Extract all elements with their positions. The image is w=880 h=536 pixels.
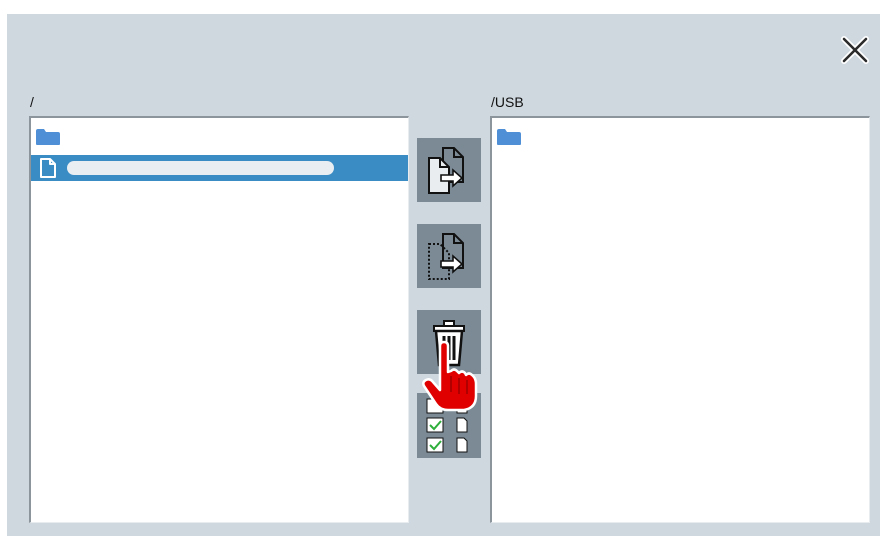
file-name-placeholder [67, 161, 334, 175]
left-file-list[interactable] [29, 116, 409, 523]
copy-button[interactable] [417, 138, 481, 202]
move-file-icon [428, 233, 464, 280]
close-button[interactable] [840, 35, 870, 65]
right-panel-path: /USB [491, 94, 524, 110]
copy-file-icon [428, 147, 464, 194]
trash-icon [433, 320, 465, 367]
left-panel-path: / [30, 94, 34, 110]
folder-icon [497, 129, 521, 145]
list-item-folder[interactable] [31, 124, 408, 150]
select-all-button[interactable] [417, 393, 481, 458]
right-file-list[interactable] [490, 116, 870, 523]
delete-button[interactable] [417, 310, 481, 374]
list-item-file-selected[interactable] [31, 155, 408, 181]
list-item-folder[interactable] [492, 124, 869, 150]
file-icon [40, 158, 56, 178]
close-icon [841, 36, 869, 64]
select-all-files-icon [426, 398, 468, 453]
folder-icon [36, 129, 60, 145]
move-button[interactable] [417, 224, 481, 288]
